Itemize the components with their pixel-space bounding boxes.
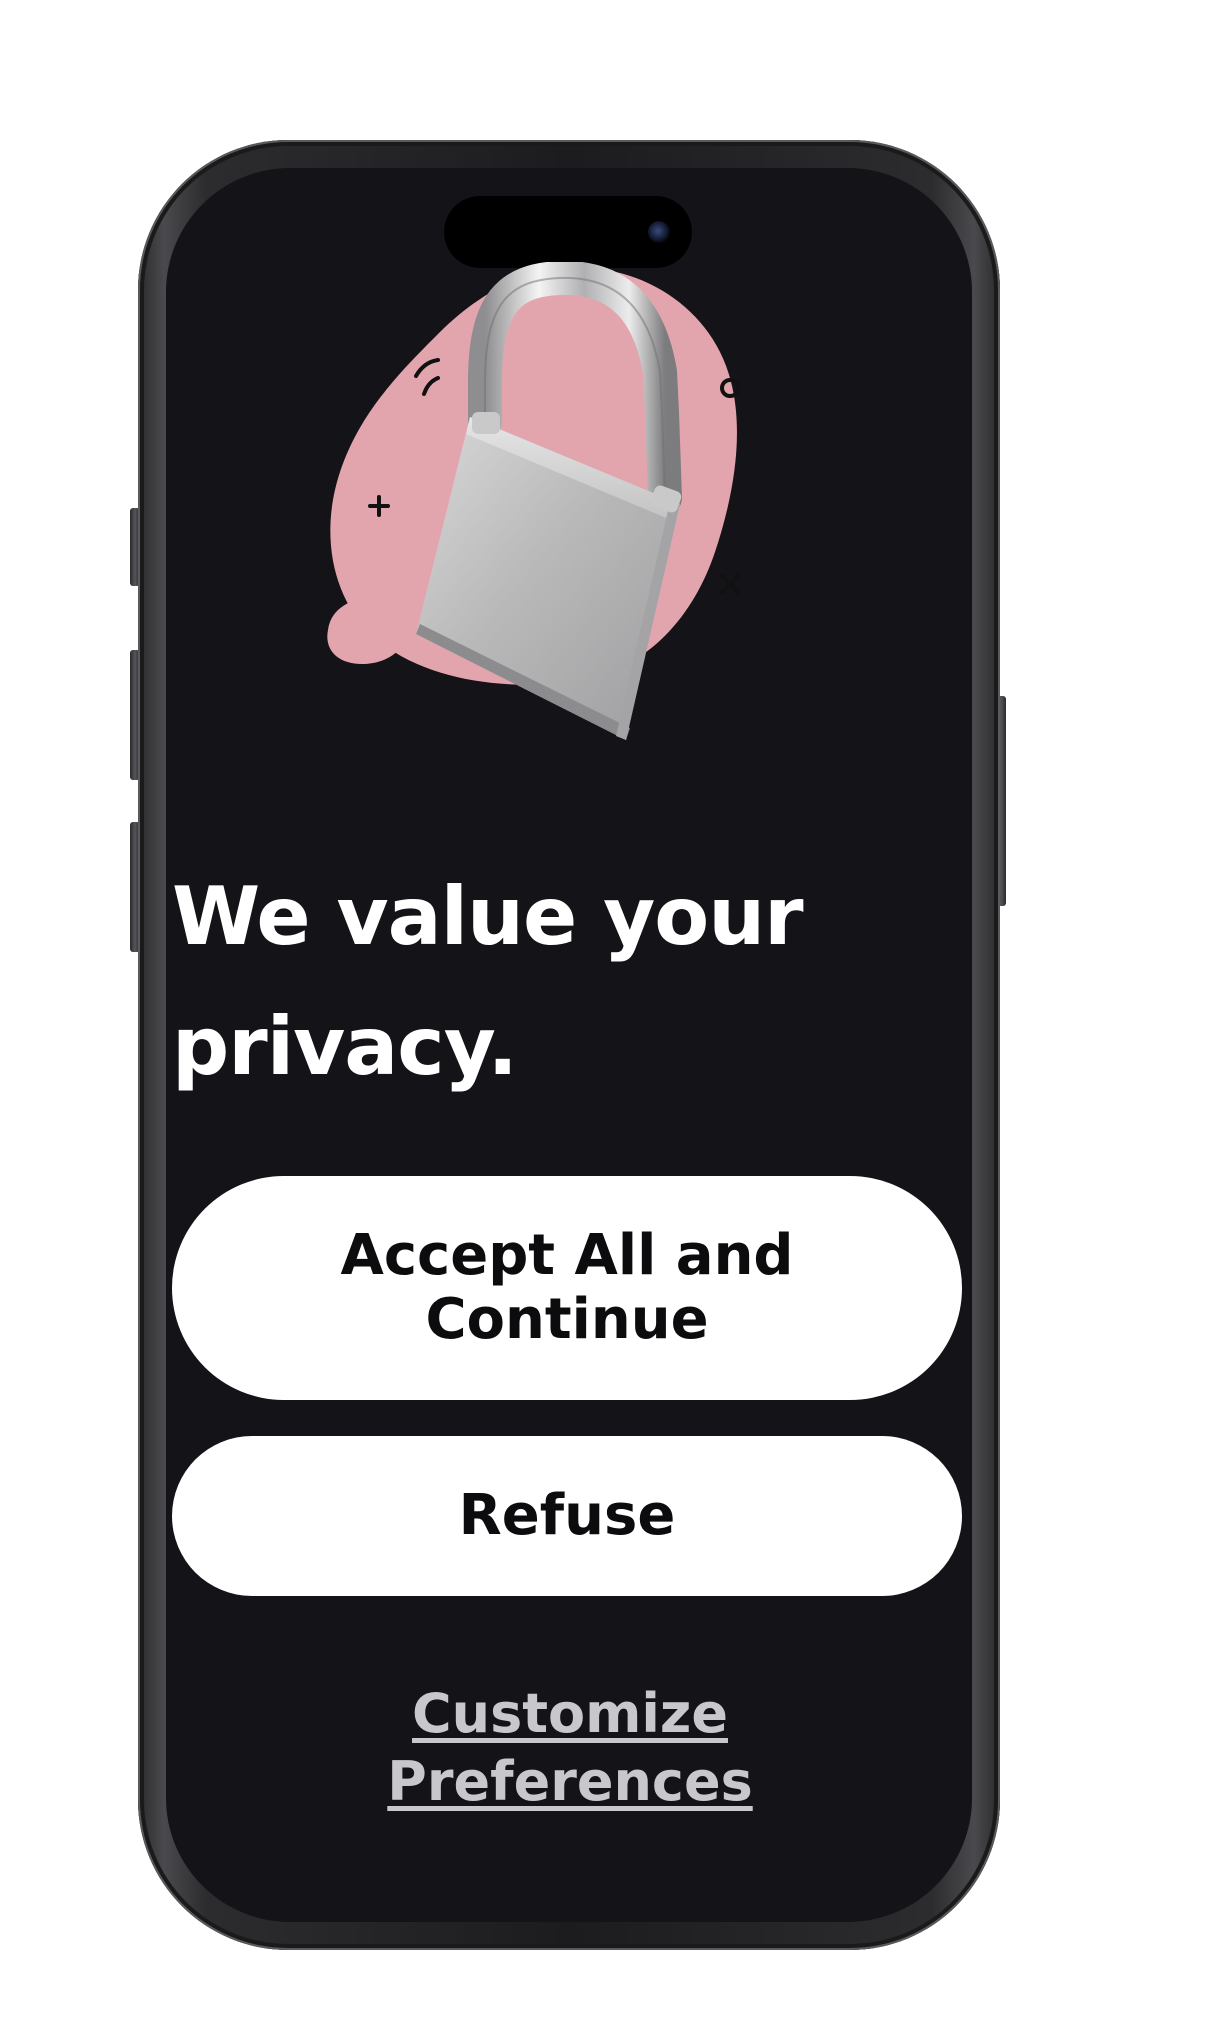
padlock-icon <box>327 262 740 740</box>
refuse-button[interactable]: Refuse <box>172 1436 962 1596</box>
device-mockup: We value your privacy. Accept All and Co… <box>0 0 1212 2034</box>
customize-preferences-link[interactable]: Customize Preferences <box>372 1680 768 1816</box>
accept-all-button[interactable]: Accept All and Continue <box>172 1176 962 1400</box>
small-blob-shape <box>327 597 407 664</box>
privacy-illustration <box>320 262 820 762</box>
camera-icon <box>648 221 670 243</box>
page-title: We value your privacy. <box>172 870 804 1093</box>
